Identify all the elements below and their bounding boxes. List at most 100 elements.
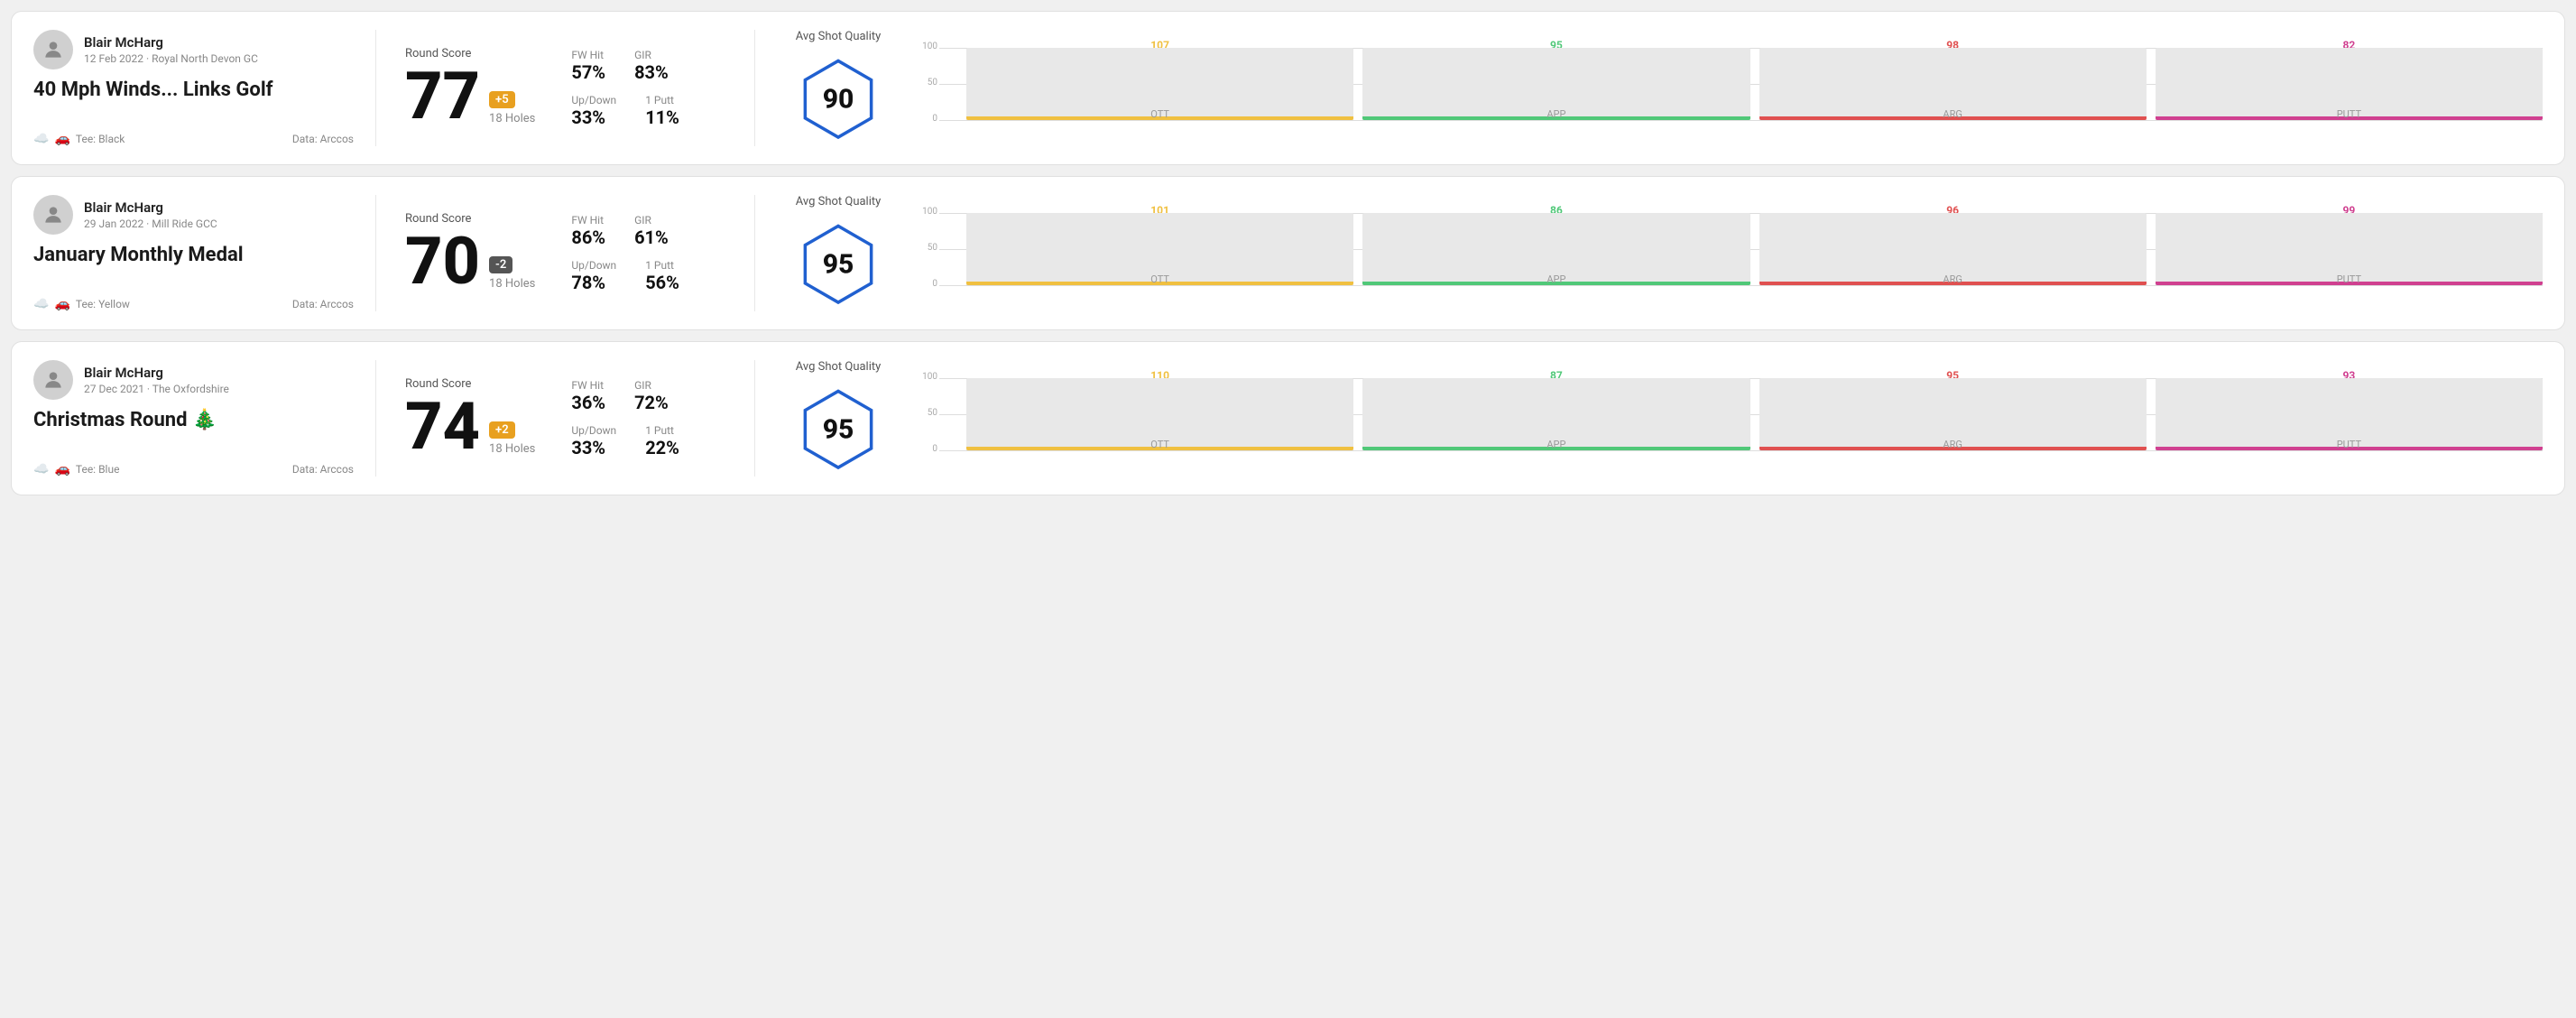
user-icon bbox=[42, 368, 65, 392]
bar-label: PUTT bbox=[2337, 273, 2361, 285]
oneputt-label: 1 Putt bbox=[645, 424, 679, 437]
bar-group: 95 ARG bbox=[1759, 369, 2147, 450]
user-name: Blair McHarg bbox=[84, 34, 258, 51]
user-name: Blair McHarg bbox=[84, 199, 217, 216]
user-meta: 27 Dec 2021 · The Oxfordshire bbox=[84, 383, 229, 395]
right-section: Avg Shot Quality 90 100500 107 OTT 95 bbox=[755, 30, 2543, 146]
oneputt-value: 11% bbox=[645, 106, 679, 128]
left-section: Blair McHarg 29 Jan 2022 · Mill Ride GCC… bbox=[33, 195, 376, 311]
bar-group: 107 OTT bbox=[966, 39, 1353, 120]
user-header: Blair McHarg 12 Feb 2022 · Royal North D… bbox=[33, 30, 354, 69]
user-meta: 29 Jan 2022 · Mill Ride GCC bbox=[84, 217, 217, 230]
updown-value: 33% bbox=[571, 437, 616, 458]
bar-group: 95 APP bbox=[1362, 39, 1750, 120]
tee-icon: 🚗 bbox=[54, 132, 69, 146]
round-card-3: Blair McHarg 27 Dec 2021 · The Oxfordshi… bbox=[11, 341, 2565, 495]
oneputt-label: 1 Putt bbox=[645, 94, 679, 106]
user-info: Blair McHarg 12 Feb 2022 · Royal North D… bbox=[84, 34, 258, 65]
left-section: Blair McHarg 27 Dec 2021 · The Oxfordshi… bbox=[33, 360, 376, 477]
quality-block: Avg Shot Quality 90 bbox=[784, 30, 892, 146]
bar-group: 101 OTT bbox=[966, 204, 1353, 285]
bar-group: 110 OTT bbox=[966, 369, 1353, 450]
hex-number: 95 bbox=[823, 249, 854, 281]
data-source: Data: Arccos bbox=[292, 133, 354, 145]
stats-block: FW Hit 86% GIR 61% Up/Down 78% 1 Putt bbox=[571, 214, 679, 293]
oneputt-stat: 1 Putt 56% bbox=[645, 259, 679, 293]
score-diff-badge: +5 bbox=[489, 91, 515, 108]
score-number: 77 bbox=[405, 64, 480, 129]
round-card-1: Blair McHarg 12 Feb 2022 · Royal North D… bbox=[11, 11, 2565, 165]
updown-stat: Up/Down 33% bbox=[571, 424, 616, 458]
fw-hit-label: FW Hit bbox=[571, 214, 605, 227]
gir-stat: GIR 83% bbox=[634, 49, 669, 83]
fw-hit-label: FW Hit bbox=[571, 49, 605, 61]
bar-group: 93 PUTT bbox=[2156, 369, 2543, 450]
user-header: Blair McHarg 27 Dec 2021 · The Oxfordshi… bbox=[33, 360, 354, 400]
chart-block: 100500 110 OTT 87 APP 95 bbox=[914, 369, 2543, 468]
oneputt-label: 1 Putt bbox=[645, 259, 679, 272]
tee-info: ☁️ 🚗 Tee: Yellow bbox=[33, 297, 130, 311]
score-main: 74 +2 18 Holes bbox=[405, 394, 535, 459]
score-badge-col: +5 18 Holes bbox=[489, 91, 535, 125]
tee-label: Tee: Blue bbox=[76, 463, 120, 476]
middle-section: Round Score 77 +5 18 Holes FW Hit 57% bbox=[376, 30, 755, 146]
gir-label: GIR bbox=[634, 49, 669, 61]
bar-label: PUTT bbox=[2337, 108, 2361, 120]
score-holes: 18 Holes bbox=[489, 442, 535, 456]
avg-shot-quality-label: Avg Shot Quality bbox=[796, 30, 882, 43]
stat-row-top: FW Hit 86% GIR 61% bbox=[571, 214, 679, 248]
stat-row-bottom: Up/Down 33% 1 Putt 22% bbox=[571, 424, 679, 458]
gir-label: GIR bbox=[634, 214, 669, 227]
user-header: Blair McHarg 29 Jan 2022 · Mill Ride GCC bbox=[33, 195, 354, 235]
fw-hit-stat: FW Hit 57% bbox=[571, 49, 605, 83]
oneputt-stat: 1 Putt 22% bbox=[645, 424, 679, 458]
chart-block: 100500 107 OTT 95 APP 98 bbox=[914, 39, 2543, 138]
right-section: Avg Shot Quality 95 100500 101 OTT 86 bbox=[755, 195, 2543, 311]
score-diff-badge: +2 bbox=[489, 421, 515, 439]
bar-label: ARG bbox=[1943, 439, 1962, 450]
oneputt-value: 22% bbox=[645, 437, 679, 458]
bar-label: APP bbox=[1547, 108, 1565, 120]
score-badge-col: -2 18 Holes bbox=[489, 256, 535, 291]
user-icon bbox=[42, 38, 65, 61]
hexagon-container: 95 bbox=[798, 383, 879, 477]
footer-row: ☁️ 🚗 Tee: Yellow Data: Arccos bbox=[33, 297, 354, 311]
user-meta: 12 Feb 2022 · Royal North Devon GC bbox=[84, 52, 258, 65]
bar-label: ARG bbox=[1943, 273, 1962, 285]
score-block: Round Score 70 -2 18 Holes bbox=[405, 212, 535, 294]
tee-info: ☁️ 🚗 Tee: Blue bbox=[33, 462, 119, 477]
gir-stat: GIR 72% bbox=[634, 379, 669, 413]
updown-label: Up/Down bbox=[571, 94, 616, 106]
hexagon-container: 90 bbox=[798, 52, 879, 146]
fw-hit-stat: FW Hit 86% bbox=[571, 214, 605, 248]
weather-icon: ☁️ bbox=[33, 132, 49, 146]
avatar bbox=[33, 195, 73, 235]
score-diff-badge: -2 bbox=[489, 256, 512, 273]
stat-row-bottom: Up/Down 78% 1 Putt 56% bbox=[571, 259, 679, 293]
chart-block: 100500 101 OTT 86 APP 96 bbox=[914, 204, 2543, 303]
quality-block: Avg Shot Quality 95 bbox=[784, 195, 892, 311]
round-card-2: Blair McHarg 29 Jan 2022 · Mill Ride GCC… bbox=[11, 176, 2565, 330]
bar-group: 87 APP bbox=[1362, 369, 1750, 450]
round-title: 40 Mph Winds... Links Golf bbox=[33, 79, 354, 101]
bar-label: PUTT bbox=[2337, 439, 2361, 450]
bar-group: 86 APP bbox=[1362, 204, 1750, 285]
left-section: Blair McHarg 12 Feb 2022 · Royal North D… bbox=[33, 30, 376, 146]
middle-section: Round Score 74 +2 18 Holes FW Hit 36% bbox=[376, 360, 755, 477]
score-block: Round Score 77 +5 18 Holes bbox=[405, 47, 535, 129]
score-number: 70 bbox=[405, 229, 480, 294]
tee-icon: 🚗 bbox=[54, 297, 69, 311]
fw-hit-value: 57% bbox=[571, 61, 605, 83]
footer-row: ☁️ 🚗 Tee: Black Data: Arccos bbox=[33, 132, 354, 146]
updown-label: Up/Down bbox=[571, 259, 616, 272]
user-icon bbox=[42, 203, 65, 227]
avatar bbox=[33, 360, 73, 400]
stat-row-bottom: Up/Down 33% 1 Putt 11% bbox=[571, 94, 679, 128]
stats-block: FW Hit 57% GIR 83% Up/Down 33% 1 Putt bbox=[571, 49, 679, 128]
score-holes: 18 Holes bbox=[489, 112, 535, 125]
weather-icon: ☁️ bbox=[33, 297, 49, 311]
tee-label: Tee: Yellow bbox=[76, 298, 130, 310]
updown-label: Up/Down bbox=[571, 424, 616, 437]
avg-shot-quality-label: Avg Shot Quality bbox=[796, 360, 882, 374]
bar-label: ARG bbox=[1943, 108, 1962, 120]
